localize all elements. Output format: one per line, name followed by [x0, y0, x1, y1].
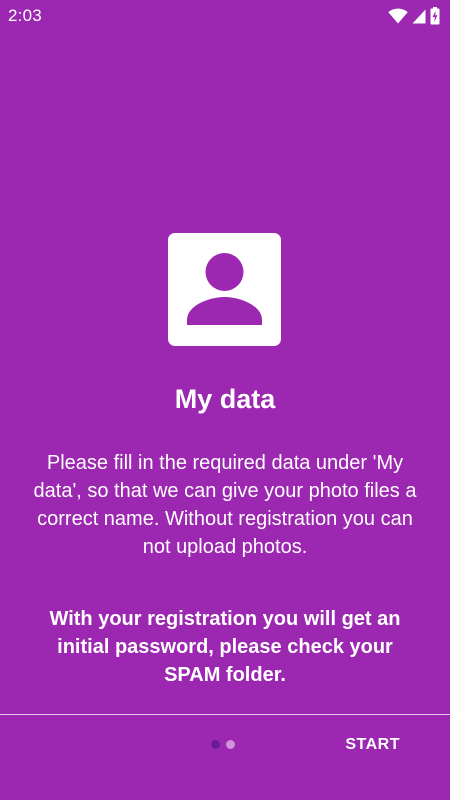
battery-charging-icon — [430, 7, 440, 25]
bottom-divider — [0, 714, 450, 715]
wifi-icon — [388, 8, 408, 24]
registration-note: With your registration you will get an i… — [49, 608, 401, 686]
status-bar: 2:03 — [0, 0, 450, 32]
page-dot-1 — [211, 740, 220, 749]
page-dot-2 — [226, 740, 235, 749]
status-icons — [388, 6, 440, 26]
start-button[interactable]: START — [325, 728, 420, 762]
signal-icon — [412, 9, 426, 24]
profile-tile — [168, 233, 281, 346]
person-icon — [187, 253, 262, 325]
status-time: 2:03 — [8, 6, 42, 25]
onboarding-screen: 2:03 My data Please fill in the required… — [0, 0, 450, 800]
description-text: Please fill in the required data under '… — [33, 452, 417, 558]
page-indicator — [211, 740, 235, 750]
page-title: My data — [174, 384, 276, 414]
